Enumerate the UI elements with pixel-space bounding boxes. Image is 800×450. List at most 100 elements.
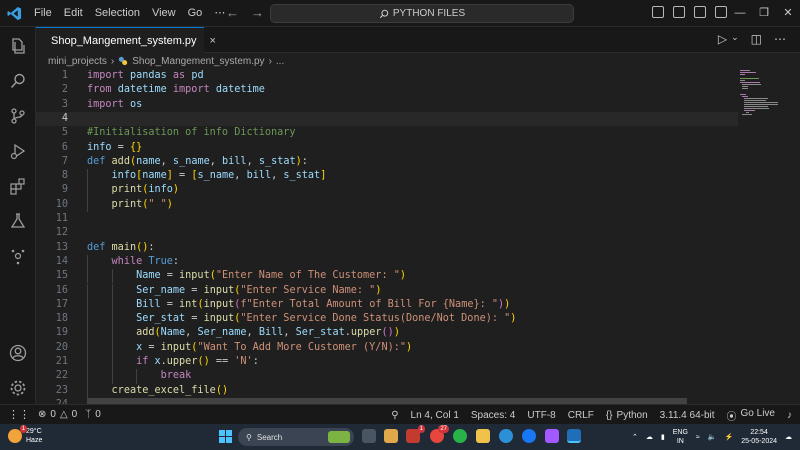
- run-debug-icon[interactable]: [7, 140, 29, 162]
- tab-close-icon[interactable]: ×: [210, 35, 216, 47]
- app-icon-1[interactable]: [384, 429, 398, 443]
- end-of-line[interactable]: CRLF: [568, 410, 594, 421]
- code-editor[interactable]: 1 import pandas as pd 2 from datetime impor…: [36, 68, 800, 404]
- back-arrow-icon[interactable]: ←: [226, 5, 239, 20]
- code-line[interactable]: 18 Ser_stat = input("Enter Service Done …: [36, 312, 738, 327]
- maximize-icon[interactable]: ❐: [752, 0, 776, 27]
- settings-gear-icon[interactable]: [7, 377, 29, 399]
- code-line[interactable]: 9 print(info): [36, 183, 738, 198]
- app-icon-2[interactable]: [453, 429, 467, 443]
- code-line[interactable]: 1 import pandas as pd: [36, 69, 738, 83]
- cursor-position[interactable]: Ln 4, Col 1: [411, 410, 459, 421]
- minimap[interactable]: [740, 68, 790, 128]
- menu-file[interactable]: File: [28, 0, 58, 27]
- menu-go[interactable]: Go: [182, 0, 209, 27]
- remote-explorer-icon[interactable]: [7, 245, 29, 267]
- vscode-logo-icon[interactable]: [0, 0, 28, 27]
- code-line[interactable]: 12: [36, 226, 738, 240]
- breadcrumb-folder[interactable]: mini_projects: [48, 56, 107, 67]
- minimap-line: [744, 104, 779, 105]
- edge-icon[interactable]: [499, 429, 513, 443]
- notifications-bell-icon[interactable]: ♪: [787, 410, 792, 421]
- go-live-button[interactable]: ⦿ Go Live: [727, 408, 775, 423]
- toggle-secondary-sidebar-icon[interactable]: [694, 6, 706, 18]
- mail-app-icon[interactable]: 1: [406, 425, 425, 443]
- ports-indicator[interactable]: ᛉ 0: [85, 409, 101, 420]
- volume-icon[interactable]: 🔈: [708, 433, 717, 441]
- menu-edit[interactable]: Edit: [58, 0, 89, 27]
- code-line[interactable]: 11: [36, 212, 738, 226]
- code-line[interactable]: 3 import os: [36, 98, 738, 112]
- code-line[interactable]: 16 Ser_name = input("Enter Service Name:…: [36, 283, 738, 298]
- python-interpreter[interactable]: 3.11.4 64-bit: [660, 410, 715, 421]
- code-line[interactable]: 4: [36, 111, 738, 127]
- code-line[interactable]: 15 Name = input("Enter Name of The Custo…: [36, 269, 738, 284]
- code-line[interactable]: 5 #Initialisation of info Dictionary: [36, 126, 738, 140]
- code-line[interactable]: 23 create_excel_file(): [36, 383, 738, 398]
- language-mode[interactable]: {} Python: [606, 410, 648, 421]
- minimap-line: [740, 82, 760, 83]
- split-editor-icon[interactable]: ◫: [751, 32, 762, 46]
- toggle-primary-sidebar-icon[interactable]: [652, 6, 664, 18]
- battery-icon[interactable]: ▮: [661, 433, 665, 441]
- extensions-icon[interactable]: [7, 175, 29, 197]
- command-center-search[interactable]: PYTHON FILES: [270, 4, 574, 23]
- file-explorer-icon[interactable]: [476, 429, 490, 443]
- breadcrumb-more[interactable]: ...: [276, 56, 284, 67]
- app-icon-3[interactable]: [522, 429, 536, 443]
- code-line[interactable]: 22 break: [36, 369, 738, 384]
- notification-center-icon[interactable]: ☁: [785, 433, 792, 441]
- code-line[interactable]: 8 info[name] = [s_name, bill, s_stat]: [36, 169, 738, 184]
- remote-indicator-icon[interactable]: ⋮⋮: [8, 408, 30, 421]
- task-view-icon[interactable]: [362, 429, 376, 443]
- code-line[interactable]: 21 if x.upper() == 'N':: [36, 355, 738, 370]
- code-line[interactable]: 2 from datetime import datetime: [36, 83, 738, 97]
- search-icon[interactable]: [7, 70, 29, 92]
- code-line[interactable]: 17 Bill = int(input(f"Enter Total Amount…: [36, 297, 738, 313]
- clock[interactable]: 22:54 25-05-2024: [741, 428, 777, 446]
- customize-layout-icon[interactable]: [715, 6, 727, 18]
- code-line[interactable]: 20 x = input("Want To Add More Customer …: [36, 340, 738, 355]
- cloud-icon[interactable]: ☁: [646, 433, 653, 441]
- wifi-icon[interactable]: ≈: [696, 434, 700, 441]
- encoding[interactable]: UTF-8: [527, 410, 555, 421]
- chrome-icon[interactable]: 27: [430, 425, 449, 443]
- power-icon[interactable]: ⚡: [724, 433, 733, 441]
- forward-arrow-icon[interactable]: →: [251, 5, 264, 20]
- antenna-icon: ᛉ: [85, 409, 92, 420]
- weather-widget[interactable]: 1 29°C Haze: [8, 425, 42, 445]
- breadcrumb-file[interactable]: Shop_Mangement_system.py: [132, 56, 264, 67]
- language-indicator[interactable]: ENG IN: [673, 428, 688, 446]
- close-icon[interactable]: ✕: [776, 0, 800, 27]
- problems-indicator[interactable]: ⊗ 0 △ 0: [38, 409, 77, 420]
- code-line[interactable]: 13 def main():: [36, 241, 738, 255]
- chrome-badge: 27: [438, 425, 449, 433]
- taskbar-search[interactable]: ⚲ Search: [238, 428, 354, 446]
- vscode-taskbar-icon[interactable]: [567, 429, 581, 443]
- menu-view[interactable]: View: [146, 0, 182, 27]
- source-control-icon[interactable]: [7, 105, 29, 127]
- code-line[interactable]: 14 while True:: [36, 254, 738, 270]
- code-line[interactable]: 7 def add(name, s_name, bill, s_stat):: [36, 155, 738, 169]
- toggle-panel-icon[interactable]: [673, 6, 685, 18]
- minimap-line: [740, 72, 756, 73]
- code-line[interactable]: 19 add(Name, Ser_name, Bill, Ser_stat.up…: [36, 326, 738, 341]
- zoom-magnifier-icon[interactable]: ⚲: [391, 410, 398, 421]
- windows-start-icon[interactable]: [219, 430, 232, 443]
- more-actions-icon[interactable]: ⋯: [774, 32, 786, 46]
- account-icon[interactable]: [7, 342, 29, 364]
- show-hidden-icons-chevron-icon[interactable]: ⌃: [632, 433, 638, 441]
- indentation[interactable]: Spaces: 4: [471, 410, 515, 421]
- explorer-icon[interactable]: [7, 35, 29, 57]
- tab-shop-management-system[interactable]: Shop_Mangement_system.py ×: [36, 27, 216, 53]
- run-python-file-icon[interactable]: ▷: [718, 32, 727, 46]
- code-line[interactable]: 6 info = {}: [36, 141, 738, 155]
- editor-tab-bar: Shop_Mangement_system.py × ▷ ⌄ ◫ ⋯: [36, 27, 800, 53]
- app-icon-4[interactable]: [545, 429, 559, 443]
- testing-flask-icon[interactable]: [7, 210, 29, 232]
- code-line[interactable]: 10 print(" "): [36, 197, 738, 212]
- minimap-line: [742, 86, 749, 87]
- minimize-icon[interactable]: —: [728, 0, 752, 27]
- menu-selection[interactable]: Selection: [89, 0, 146, 27]
- run-dropdown-chevron-icon[interactable]: ⌄: [731, 32, 739, 46]
